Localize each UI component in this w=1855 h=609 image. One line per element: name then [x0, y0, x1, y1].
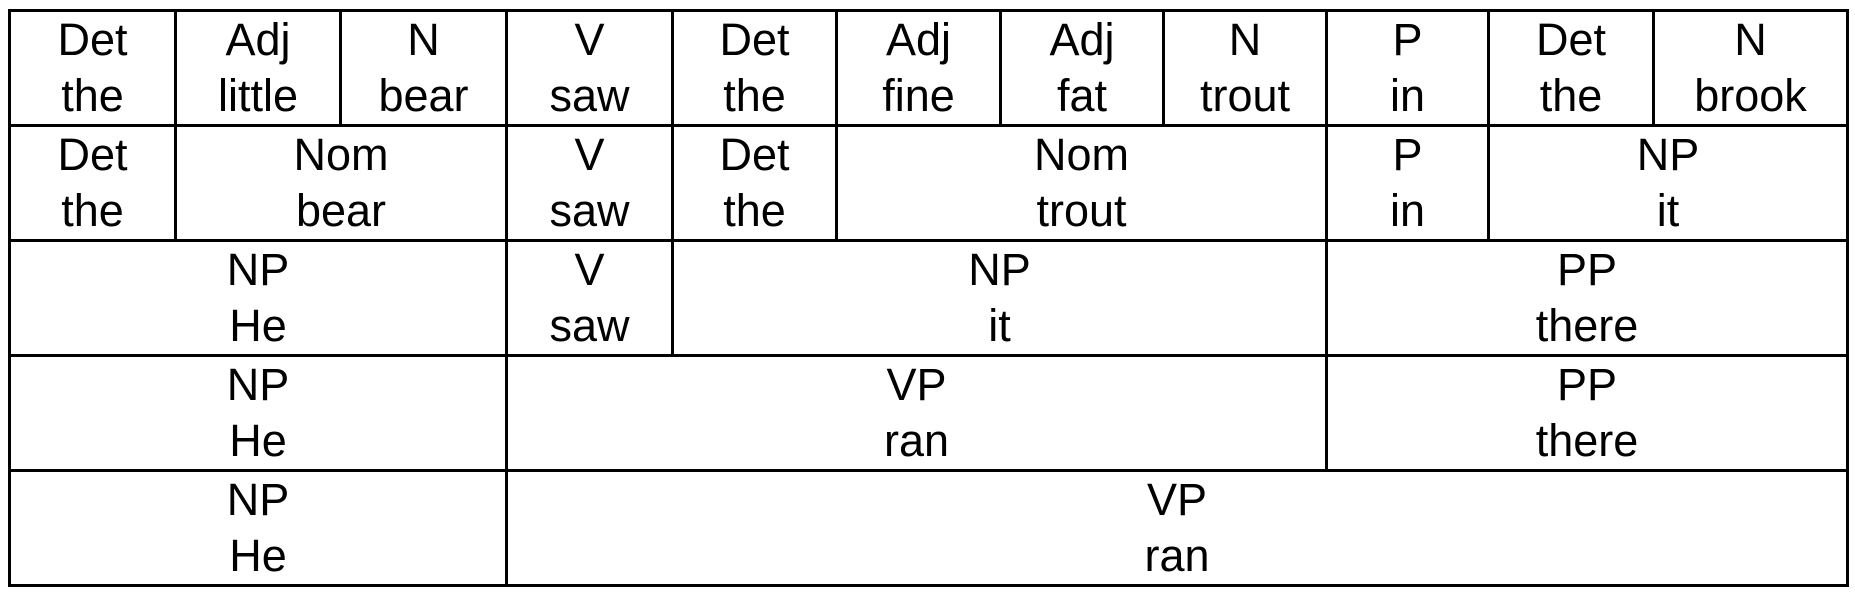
- category-label: Det: [57, 14, 128, 65]
- word-label: trout: [1036, 185, 1127, 236]
- category-label: PP: [1556, 359, 1618, 410]
- word-label: fine: [882, 70, 955, 121]
- constituent-cell: Vsaw: [505, 124, 674, 242]
- word-label: saw: [549, 70, 630, 121]
- word-label: in: [1389, 70, 1426, 121]
- category-label: NP: [226, 359, 290, 410]
- category-label: Det: [1535, 14, 1607, 65]
- word-label: the: [1539, 70, 1603, 121]
- word-label: in: [1389, 185, 1426, 236]
- word-label: saw: [549, 185, 630, 236]
- word-label: the: [723, 185, 786, 236]
- constituent-cell: Det the: [1487, 9, 1655, 127]
- chart-parse-table: Det the Adj little Nbear Vsaw Det the Adj fine Adj…: [8, 9, 1849, 587]
- category-label: Adj: [225, 14, 291, 65]
- constituent-cell: PP there: [1325, 354, 1849, 472]
- category-label: N: [1228, 14, 1262, 65]
- word-label: it: [988, 300, 1011, 351]
- category-label: NP: [968, 244, 1031, 295]
- table-row: NP He VP ran PP there: [8, 354, 1849, 472]
- constituent-cell: NP He: [8, 354, 508, 472]
- constituent-cell: NP it: [671, 239, 1328, 357]
- word-label: ran: [883, 415, 950, 466]
- word-label: brook: [1694, 70, 1807, 121]
- word-label: there: [1535, 300, 1639, 351]
- constituent-cell: VP ran: [505, 354, 1328, 472]
- category-label: V: [574, 14, 605, 65]
- word-label: bear: [378, 70, 469, 121]
- word-label: little: [217, 70, 299, 121]
- constituent-cell: NP He: [8, 469, 508, 587]
- constituent-cell: Pin: [1325, 9, 1490, 127]
- category-label: N: [1734, 14, 1767, 65]
- word-label: saw: [549, 300, 630, 351]
- constituent-cell: Det the: [8, 124, 177, 242]
- constituent-cell: Det the: [671, 124, 838, 242]
- word-label: the: [61, 185, 124, 236]
- constituent-cell: Adj fine: [835, 9, 1002, 127]
- category-label: Nom: [1033, 129, 1129, 180]
- constituent-cell: Pin: [1325, 124, 1490, 242]
- constituent-cell: Vsaw: [505, 239, 674, 357]
- category-label: Det: [719, 129, 790, 180]
- constituent-cell: NP it: [1487, 124, 1849, 242]
- category-label: Adj: [1049, 14, 1115, 65]
- category-label: Det: [57, 129, 128, 180]
- constituent-cell: NP He: [8, 239, 508, 357]
- constituent-cell: PP there: [1325, 239, 1849, 357]
- word-label: there: [1535, 415, 1639, 466]
- table-row: Det the Adj little Nbear Vsaw Det the Adj fine Adj…: [8, 9, 1849, 127]
- constituent-cell: Det the: [8, 9, 177, 127]
- category-label: Adj: [885, 14, 952, 65]
- constituent-cell: Adj little: [174, 9, 342, 127]
- word-label: the: [723, 70, 786, 121]
- category-label: NP: [226, 244, 290, 295]
- constituent-cell: Vsaw: [505, 9, 674, 127]
- category-label: V: [574, 129, 605, 180]
- constituent-cell: Det the: [671, 9, 838, 127]
- category-label: N: [407, 14, 440, 65]
- category-label: NP: [1636, 129, 1700, 180]
- category-label: P: [1392, 129, 1423, 180]
- word-label: trout: [1199, 70, 1291, 121]
- word-label: He: [229, 530, 287, 581]
- constituent-cell: Nom bear: [174, 124, 508, 242]
- constituent-cell: Adj fat: [999, 9, 1165, 127]
- word-label: He: [229, 415, 287, 466]
- constituent-cell: Nom trout: [835, 124, 1328, 242]
- word-label: fat: [1056, 70, 1108, 121]
- word-label: bear: [295, 185, 387, 236]
- table-row: NP He VP ran: [8, 469, 1849, 587]
- category-label: NP: [226, 474, 290, 525]
- constituent-cell: Nbrook: [1652, 9, 1849, 127]
- constituent-cell: VP ran: [505, 469, 1849, 587]
- constituent-cell: Ntrout: [1162, 9, 1328, 127]
- constituent-cell: Nbear: [339, 9, 508, 127]
- category-label: PP: [1556, 244, 1618, 295]
- word-label: He: [229, 300, 287, 351]
- word-label: it: [1656, 185, 1680, 236]
- table-row: NP He Vsaw NP it PP there: [8, 239, 1849, 357]
- category-label: V: [574, 244, 605, 295]
- word-label: the: [61, 70, 124, 121]
- category-label: Det: [719, 14, 790, 65]
- category-label: VP: [886, 359, 947, 410]
- category-label: VP: [1146, 474, 1208, 525]
- category-label: Nom: [293, 129, 389, 180]
- table-row: Det the Nom bear Vsaw Det the Nom trout Pin NP it: [8, 124, 1849, 242]
- category-label: P: [1392, 14, 1423, 65]
- word-label: ran: [1144, 530, 1210, 581]
